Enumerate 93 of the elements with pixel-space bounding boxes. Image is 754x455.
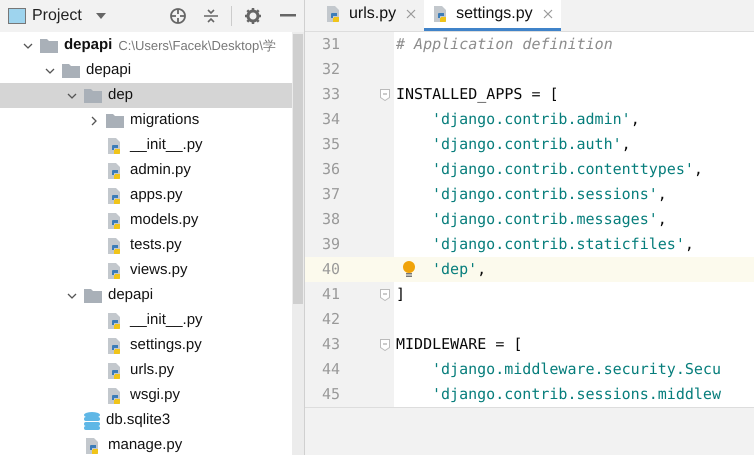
chevron-right-icon[interactable] (89, 116, 99, 126)
tree-row[interactable]: settings.py (0, 333, 292, 358)
tree-item-label: depapi (108, 285, 154, 306)
chevron-down-icon[interactable] (23, 40, 33, 50)
folder-icon (62, 63, 80, 78)
chevron-down-icon[interactable] (67, 290, 77, 300)
code-line: MIDDLEWARE = [ (396, 334, 522, 356)
horizontal-scrollbar[interactable] (305, 407, 754, 455)
tab-label: settings.py (456, 4, 533, 24)
editor-tab[interactable]: settings.py (424, 0, 561, 31)
settings-icon[interactable] (244, 7, 262, 25)
tree-item-label: tests.py (130, 235, 182, 256)
tree-row[interactable]: tests.py (0, 233, 292, 258)
scrollbar[interactable] (292, 32, 304, 455)
tree-item-label: __init__.py (130, 135, 203, 156)
dropdown-icon[interactable] (96, 13, 106, 19)
minimize-icon[interactable] (280, 14, 296, 18)
fold-marker-icon[interactable] (380, 288, 390, 300)
code-line: 'django.contrib.messages', (432, 209, 667, 230)
panel-icon (8, 8, 26, 24)
tree-item-label: depapi (86, 60, 132, 80)
tree-item-label: dep (108, 85, 134, 106)
code-line: 'django.contrib.auth', (432, 134, 631, 156)
line-number: 42 (320, 309, 340, 330)
lightbulb-icon[interactable] (402, 260, 416, 278)
tab-label: urls.py (349, 4, 396, 24)
code-line: 'django.contrib.contenttypes', (432, 159, 703, 180)
code-line: # Application definition (396, 34, 613, 56)
line-number: 44 (320, 359, 340, 380)
tree-row[interactable]: urls.py (0, 358, 292, 383)
tree-row[interactable]: depapi C:\Users\Facek\Desktop\学 (0, 33, 292, 58)
tree-row[interactable]: migrations (0, 108, 292, 133)
editor-tab[interactable]: urls.py (317, 0, 424, 31)
close-icon[interactable] (542, 8, 553, 18)
line-number: 37 (320, 184, 340, 206)
tree-row[interactable]: db.sqlite3 (0, 408, 292, 433)
panel-title[interactable]: Project (32, 4, 82, 28)
tree-row[interactable]: models.py (0, 208, 292, 233)
code-line: 'django.contrib.admin', (432, 109, 640, 130)
tree-item-label: urls.py (130, 360, 174, 380)
tree-item-label: views.py (130, 260, 188, 280)
tree-row[interactable]: manage.py (0, 433, 292, 455)
chevron-down-icon[interactable] (67, 90, 77, 100)
fold-marker-icon[interactable] (380, 88, 390, 100)
code-line: 'django.contrib.staticfiles', (432, 234, 694, 256)
tree-item-label: db.sqlite3 (106, 410, 170, 430)
code-line: ] (396, 284, 406, 306)
tree-row[interactable]: views.py (0, 258, 292, 283)
code-line: 'django.contrib.sessions.middlew (432, 384, 721, 406)
code-line: INSTALLED_APPS = [ (396, 84, 559, 106)
tree-item-label: apps.py (130, 185, 183, 206)
line-number: 34 (320, 109, 340, 130)
database-icon (84, 412, 100, 430)
locate-icon[interactable] (169, 7, 187, 25)
tree-item-label: __init__.py (130, 310, 203, 330)
tree-item-label: models.py (130, 210, 198, 230)
line-number: 38 (320, 209, 340, 230)
line-number: 35 (320, 134, 340, 156)
tree-row[interactable]: __init__.py (0, 133, 292, 158)
line-number: 40 (320, 259, 340, 280)
tree-item-label: manage.py (108, 435, 182, 455)
line-number: 33 (320, 84, 340, 106)
line-number: 45 (320, 384, 340, 406)
folder-icon (40, 38, 58, 53)
line-number: 41 (320, 284, 340, 306)
tree-row[interactable]: wsgi.py (0, 383, 292, 408)
code-line: 'django.middleware.security.Secu (432, 359, 721, 380)
tree-item-label: depapi (64, 35, 112, 56)
collapse-icon[interactable] (203, 8, 219, 24)
tree-row[interactable]: admin.py (0, 158, 292, 183)
tree-row[interactable]: depapi (0, 283, 292, 308)
tree-item-label: migrations (130, 110, 200, 130)
folder-icon (84, 88, 102, 103)
tree-item-label: settings.py (130, 335, 202, 356)
code-line: 'django.contrib.sessions', (432, 184, 667, 206)
line-number: 39 (320, 234, 340, 256)
code-line: 'dep', (432, 259, 486, 280)
folder-icon (84, 288, 102, 303)
close-icon[interactable] (406, 8, 416, 18)
tree-row[interactable]: dep (0, 83, 292, 108)
tree-row[interactable]: depapi (0, 58, 292, 83)
tree-item-label: admin.py (130, 160, 191, 180)
line-number: 36 (320, 159, 340, 180)
fold-marker-icon[interactable] (380, 338, 390, 350)
project-path: C:\Users\Facek\Desktop\学 (118, 36, 276, 55)
tree-item-label: wsgi.py (130, 385, 180, 406)
line-number: 31 (320, 34, 340, 56)
tree-row[interactable]: apps.py (0, 183, 292, 208)
chevron-down-icon[interactable] (45, 66, 55, 76)
line-number: 43 (320, 334, 340, 356)
line-number: 32 (320, 59, 340, 80)
tree-row[interactable]: __init__.py (0, 308, 292, 333)
folder-icon (106, 113, 124, 128)
